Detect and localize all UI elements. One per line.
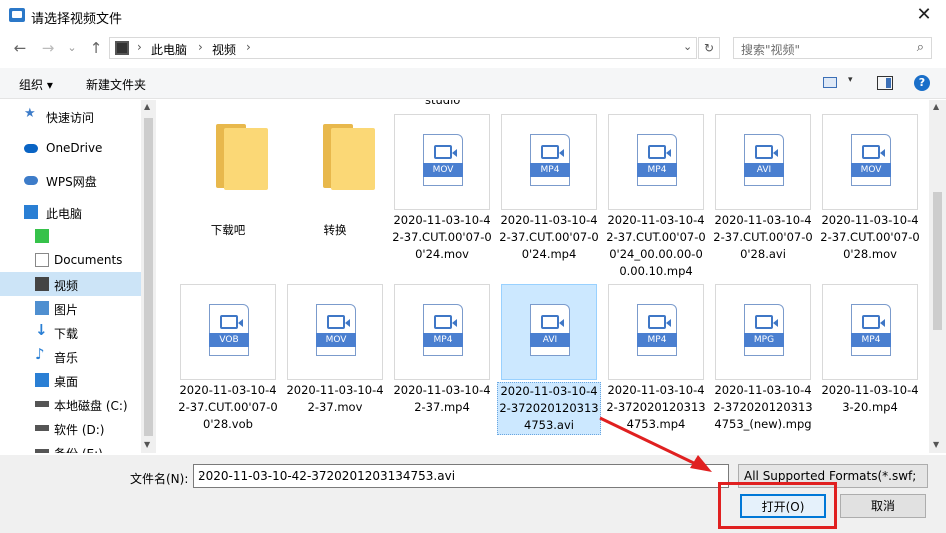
annotation-arrow-line <box>599 416 701 468</box>
annotation-arrow-head <box>690 455 712 472</box>
annotation-arrows <box>599 416 712 472</box>
